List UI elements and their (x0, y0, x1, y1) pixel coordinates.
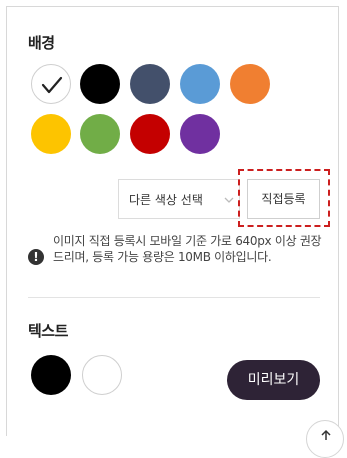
section-divider (28, 297, 320, 298)
scroll-top-button[interactable] (306, 420, 344, 458)
text-swatch-black[interactable] (31, 355, 71, 395)
text-swatch-white[interactable] (82, 355, 122, 395)
text-section-title: 텍스트 (28, 322, 68, 340)
image-upload-notice: 이미지 직접 등록시 모바일 기준 가로 640px 이상 권장드리며, 등록 … (53, 234, 322, 264)
background-section-title: 배경 (28, 34, 55, 52)
swatch-green[interactable] (80, 114, 120, 154)
check-icon (41, 76, 63, 94)
chevron-down-icon (224, 197, 234, 203)
swatch-blue[interactable] (180, 64, 220, 104)
swatch-white[interactable] (31, 64, 71, 104)
swatch-black[interactable] (80, 64, 120, 104)
preview-button[interactable]: 미리보기 (227, 360, 320, 400)
arrow-up-icon (321, 429, 331, 440)
swatch-slate[interactable] (130, 64, 170, 104)
swatch-red[interactable] (130, 114, 170, 154)
other-color-select[interactable]: 다른 색상 선택 (118, 179, 240, 219)
exclamation-icon: ! (28, 249, 44, 265)
swatch-yellow[interactable] (31, 114, 71, 154)
other-color-select-value: 다른 색상 선택 (129, 193, 203, 207)
direct-register-button[interactable]: 직접등록 (247, 179, 320, 219)
swatch-orange[interactable] (230, 64, 270, 104)
swatch-purple[interactable] (180, 114, 220, 154)
